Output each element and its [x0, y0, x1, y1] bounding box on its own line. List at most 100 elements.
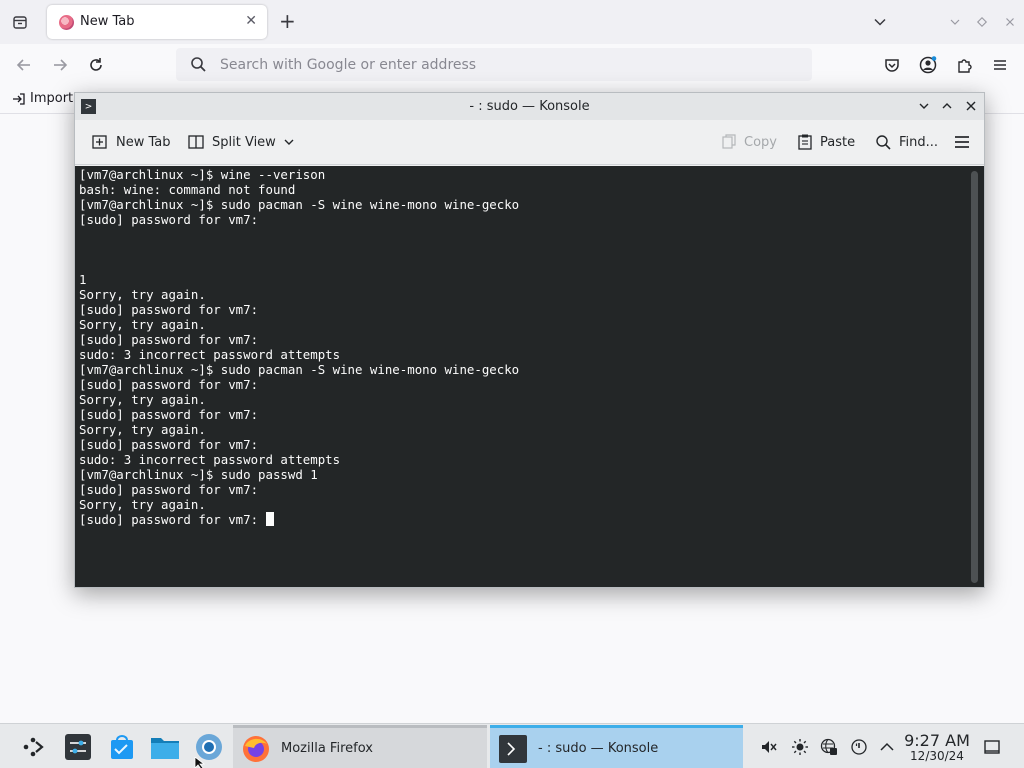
new-tab-button[interactable]: +	[279, 10, 296, 32]
terminal-line-text: [vm7@archlinux ~]$ sudo passwd 1	[79, 467, 318, 482]
terminal-line: [sudo] password for vm7:	[79, 482, 519, 497]
terminal-area[interactable]: [vm7@archlinux ~]$ wine --verison bash: w…	[75, 166, 984, 587]
show-desktop-icon[interactable]	[982, 737, 1002, 757]
terminal-line-text: [sudo] password for vm7:	[79, 212, 259, 227]
terminal-line: Sorry, try again.	[79, 317, 519, 332]
terminal-line-text: Sorry, try again.	[79, 422, 206, 437]
tab-title: New Tab	[80, 14, 135, 29]
terminal-line: Sorry, try again.	[79, 497, 519, 512]
firefox-icon	[243, 735, 269, 762]
new-tab-icon	[92, 135, 107, 149]
minimize-icon[interactable]	[916, 98, 932, 114]
konsole-window-title: - : sudo — Konsole	[469, 99, 590, 114]
extensions-icon[interactable]	[954, 55, 974, 75]
taskbar-item-konsole[interactable]: - : sudo — Konsole	[490, 725, 743, 768]
menu-icon[interactable]	[990, 55, 1010, 75]
browser-tab[interactable]: New Tab ✕	[47, 5, 267, 39]
show-hidden-icons-chevron-icon[interactable]	[877, 737, 897, 757]
update-notifier-icon[interactable]	[849, 737, 869, 757]
clock-date[interactable]: 12/30/24	[904, 749, 970, 763]
minimize-icon[interactable]	[945, 12, 965, 32]
terminal-line-text: [vm7@archlinux ~]$ sudo pacman -S wine w…	[79, 197, 520, 212]
close-window-icon[interactable]	[1000, 12, 1020, 32]
konsole-window: > - : sudo — Konsole New Tab Split View …	[74, 92, 985, 588]
terminal-line-text: sudo: 3 incorrect password attempts	[79, 347, 341, 362]
terminal-line-text: [sudo] password for vm7:	[79, 407, 259, 422]
import-bookmarks-label: Import	[30, 91, 74, 106]
find-button[interactable]: Find...	[875, 131, 938, 153]
back-arrow-icon[interactable]	[14, 55, 34, 75]
terminal-line: [sudo] password for vm7:	[79, 512, 519, 527]
terminal-line: [vm7@archlinux ~]$ sudo passwd 1	[79, 467, 519, 482]
discover-store-icon[interactable]	[107, 732, 137, 762]
list-all-tabs-icon[interactable]	[10, 12, 30, 32]
firefox-favicon-icon	[59, 15, 74, 30]
konsole-toolbar: New Tab Split View Copy Paste Find...	[75, 120, 984, 165]
maximize-icon[interactable]	[972, 12, 992, 32]
terminal-line-text: sudo: 3 incorrect password attempts	[79, 452, 341, 467]
terminal-line-text: Sorry, try again.	[79, 287, 206, 302]
pocket-icon[interactable]	[882, 55, 902, 75]
network-icon[interactable]	[819, 737, 839, 757]
browser-tab-bar: New Tab ✕ +	[0, 0, 1024, 44]
terminal-line: Sorry, try again.	[79, 392, 519, 407]
paste-button[interactable]: Paste	[797, 131, 855, 153]
close-tab-icon[interactable]: ✕	[245, 13, 257, 29]
terminal-line-text: [sudo] password for vm7:	[79, 332, 259, 347]
url-input[interactable]	[220, 54, 780, 76]
application-launcher-icon[interactable]	[18, 732, 48, 762]
terminal-line: sudo: 3 incorrect password attempts	[79, 452, 519, 467]
terminal-line: [sudo] password for vm7:	[79, 332, 519, 347]
konsole-icon	[499, 734, 527, 763]
terminal-line: [sudo] password for vm7:	[79, 377, 519, 392]
import-icon	[13, 92, 25, 105]
terminal-line-text: [sudo] password for vm7:	[79, 437, 259, 452]
search-icon	[876, 134, 891, 150]
import-bookmarks-button[interactable]: Import	[12, 91, 73, 106]
chevron-down-icon	[284, 139, 294, 145]
terminal-line-text: Sorry, try again.	[79, 317, 206, 332]
copy-button[interactable]: Copy	[721, 131, 777, 153]
brightness-icon[interactable]	[790, 737, 810, 757]
terminal-line: [sudo] password for vm7:	[79, 302, 519, 317]
forward-arrow-icon[interactable]	[50, 55, 70, 75]
copy-label: Copy	[744, 134, 777, 150]
terminal-scrollbar[interactable]	[971, 171, 978, 583]
taskbar-item-firefox[interactable]: Mozilla Firefox	[233, 725, 487, 768]
terminal-line: Sorry, try again.	[79, 287, 519, 302]
account-icon[interactable]	[918, 55, 938, 75]
terminal-line: [sudo] password for vm7:	[79, 407, 519, 422]
new-tab-label: New Tab	[116, 134, 171, 150]
terminal-line-text: 1	[79, 272, 87, 287]
tab-list-chevron-icon[interactable]	[870, 12, 890, 32]
file-manager-icon[interactable]	[150, 732, 180, 762]
browser-nav-bar	[0, 44, 1024, 86]
terminal-line: [vm7@archlinux ~]$ wine --verison	[79, 167, 519, 182]
hamburger-menu-icon[interactable]	[953, 131, 971, 153]
terminal-line-text: Sorry, try again.	[79, 497, 206, 512]
split-view-label: Split View	[212, 134, 276, 150]
terminal-line: 1	[79, 272, 519, 287]
split-view-button[interactable]: Split View	[187, 131, 295, 153]
clock-time[interactable]: 9:27 AM	[904, 731, 970, 750]
taskbar-item-label: Mozilla Firefox	[281, 741, 373, 756]
maximize-icon[interactable]	[939, 98, 955, 114]
konsole-titlebar[interactable]: > - : sudo — Konsole	[75, 93, 984, 120]
terminal-line-text: bash: wine: command not found	[79, 182, 296, 197]
volume-muted-icon[interactable]	[759, 737, 779, 757]
reload-icon[interactable]	[86, 55, 106, 75]
terminal-line-text: [sudo] password for vm7:	[79, 512, 266, 527]
terminal-line: sudo: 3 incorrect password attempts	[79, 347, 519, 362]
new-tab-button[interactable]: New Tab	[91, 131, 171, 153]
terminal-output: [vm7@archlinux ~]$ wine --verison bash: w…	[79, 167, 519, 527]
find-label: Find...	[899, 134, 939, 150]
close-icon[interactable]	[963, 98, 979, 114]
url-bar[interactable]	[176, 48, 812, 81]
terminal-line: [sudo] password for vm7:	[79, 437, 519, 452]
terminal-line-text: [sudo] password for vm7:	[79, 302, 259, 317]
system-settings-icon[interactable]	[63, 732, 93, 762]
taskbar: Mozilla Firefox - : sudo — Konsole	[0, 723, 1024, 768]
paste-label: Paste	[820, 134, 856, 150]
